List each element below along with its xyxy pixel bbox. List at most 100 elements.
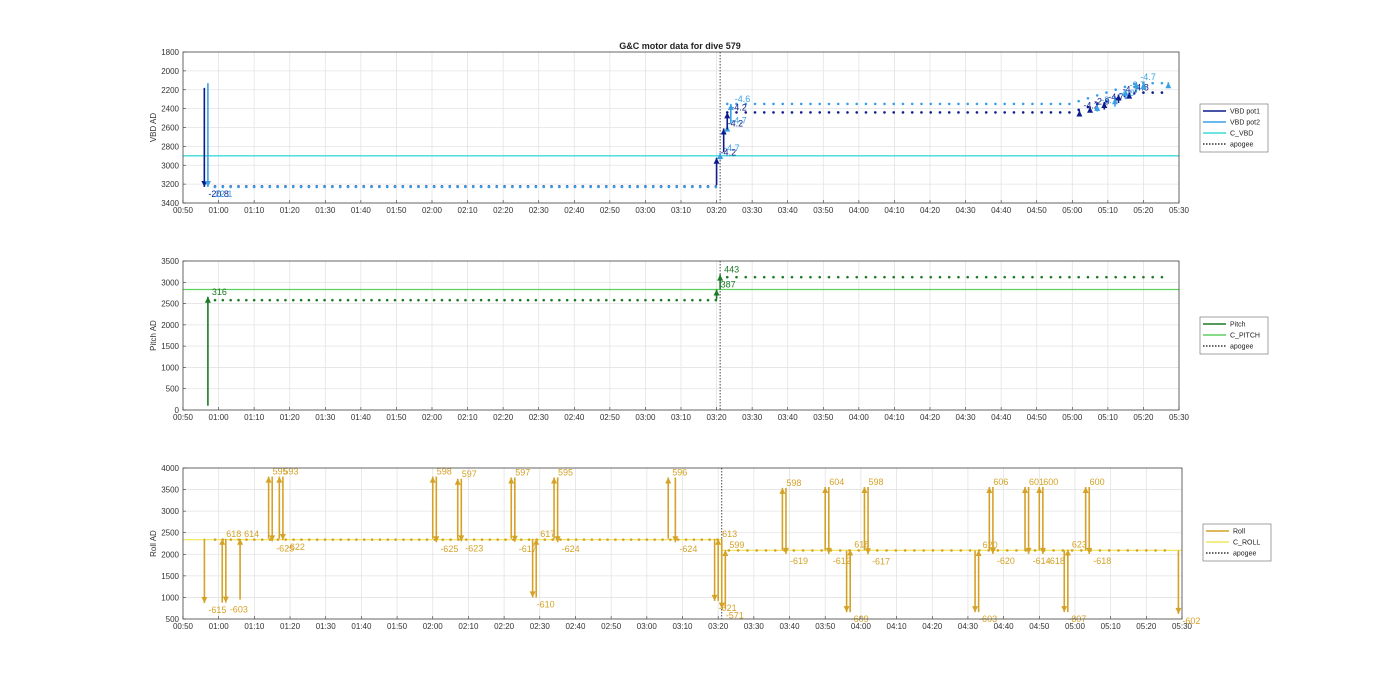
data-point [864, 275, 868, 279]
x-tick-label: 02:30 [530, 622, 551, 631]
data-point [284, 538, 288, 541]
data-point [213, 185, 217, 189]
data-point [1151, 81, 1154, 85]
figure: G&C motor data for dive 579 00:50 01:00 01… [149, 41, 1272, 631]
y-tick-label: 1800 [161, 48, 179, 57]
event-label: -623 [465, 543, 483, 553]
data-point [675, 185, 679, 189]
event-label: 600 [1043, 477, 1058, 487]
event-label: 623 [1072, 540, 1087, 550]
data-point [1151, 275, 1154, 279]
data-point [818, 102, 822, 106]
x-tick-label: 01:30 [315, 206, 336, 215]
data-point [598, 538, 602, 541]
data-point [892, 111, 896, 114]
data-point [661, 538, 664, 541]
data-point [573, 185, 577, 189]
data-point [299, 185, 303, 189]
data-point [464, 185, 467, 189]
x-tick-label: 03:50 [813, 413, 834, 422]
y-tick-label: 2000 [161, 550, 179, 559]
data-point [637, 538, 641, 541]
data-point [966, 275, 970, 279]
data-point [984, 275, 988, 279]
x-tick-label: 02:20 [493, 413, 514, 422]
data-point [698, 185, 702, 189]
x-tick-label: 03:10 [672, 622, 693, 631]
legend-label: Pitch [1230, 322, 1246, 329]
data-point [855, 275, 859, 279]
x-tick-label: 04:20 [920, 413, 941, 422]
x-tick-label: 02:40 [564, 413, 585, 422]
x-tick-label: 05:20 [1133, 206, 1154, 215]
x-tick-label: 05:00 [1062, 206, 1083, 215]
data-point [1068, 102, 1071, 106]
legend-label: apogee [1233, 551, 1256, 558]
data-point [938, 111, 942, 114]
data-point [903, 549, 907, 552]
data-point [910, 111, 914, 114]
x-tick-label: 03:50 [813, 206, 834, 215]
data-point [910, 102, 914, 106]
data-point [488, 538, 492, 541]
data-point [1021, 102, 1025, 106]
y-tick-label: 3200 [161, 180, 179, 189]
data-point [1114, 275, 1117, 279]
data-point [581, 185, 585, 189]
data-point [975, 111, 979, 114]
data-point [1105, 275, 1108, 279]
data-point [511, 185, 514, 189]
x-tick-label: 02:50 [600, 413, 621, 422]
data-point [597, 185, 600, 189]
x-tick-label: 01:50 [386, 413, 407, 422]
data-point [605, 185, 608, 189]
x-tick-label: 05:00 [1062, 413, 1083, 422]
data-point [448, 185, 452, 189]
data-point [809, 111, 812, 114]
data-point [542, 185, 545, 189]
x-tick-label: 05:10 [1098, 413, 1119, 422]
data-point [354, 185, 358, 189]
data-point [589, 185, 592, 189]
data-point [1098, 549, 1102, 552]
event-label: -612 [833, 556, 851, 566]
data-point [994, 275, 997, 279]
data-point [883, 275, 886, 279]
data-point [894, 549, 898, 552]
data-point [409, 185, 412, 189]
y-tick-label: 3000 [161, 278, 179, 287]
data-point [495, 185, 499, 189]
data-point [1003, 275, 1006, 279]
data-point [883, 111, 886, 114]
data-point [938, 102, 942, 106]
data-point [799, 102, 803, 106]
data-point [1058, 102, 1062, 106]
event-label: -4.7 [731, 116, 747, 126]
data-point [764, 549, 768, 552]
data-point [929, 111, 933, 114]
data-point [753, 111, 757, 114]
data-point [386, 538, 390, 541]
data-point [354, 298, 358, 302]
data-point [425, 298, 428, 302]
x-tick-label: 02:10 [458, 206, 479, 215]
y-tick-label: 3000 [161, 161, 179, 170]
x-tick-label: 02:40 [564, 206, 585, 215]
x-tick-label: 05:10 [1101, 622, 1122, 631]
data-point [929, 102, 933, 106]
data-point [315, 538, 319, 541]
event-label: 595 [558, 467, 573, 477]
data-point [628, 298, 632, 302]
data-point [753, 102, 757, 106]
data-point [957, 111, 960, 114]
x-tick-label: 02:00 [422, 413, 443, 422]
data-point [922, 549, 925, 552]
chart-panel-vbd: 00:50 01:00 01:10 01:20 01:30 01:40 01:50 02:00… [149, 48, 1269, 215]
data-point [518, 298, 522, 302]
x-tick-label: 01:20 [280, 622, 301, 631]
data-point [401, 185, 405, 189]
data-point [417, 185, 420, 189]
data-point [268, 185, 272, 189]
y-tick-label: 500 [166, 615, 180, 624]
data-point [651, 185, 655, 189]
